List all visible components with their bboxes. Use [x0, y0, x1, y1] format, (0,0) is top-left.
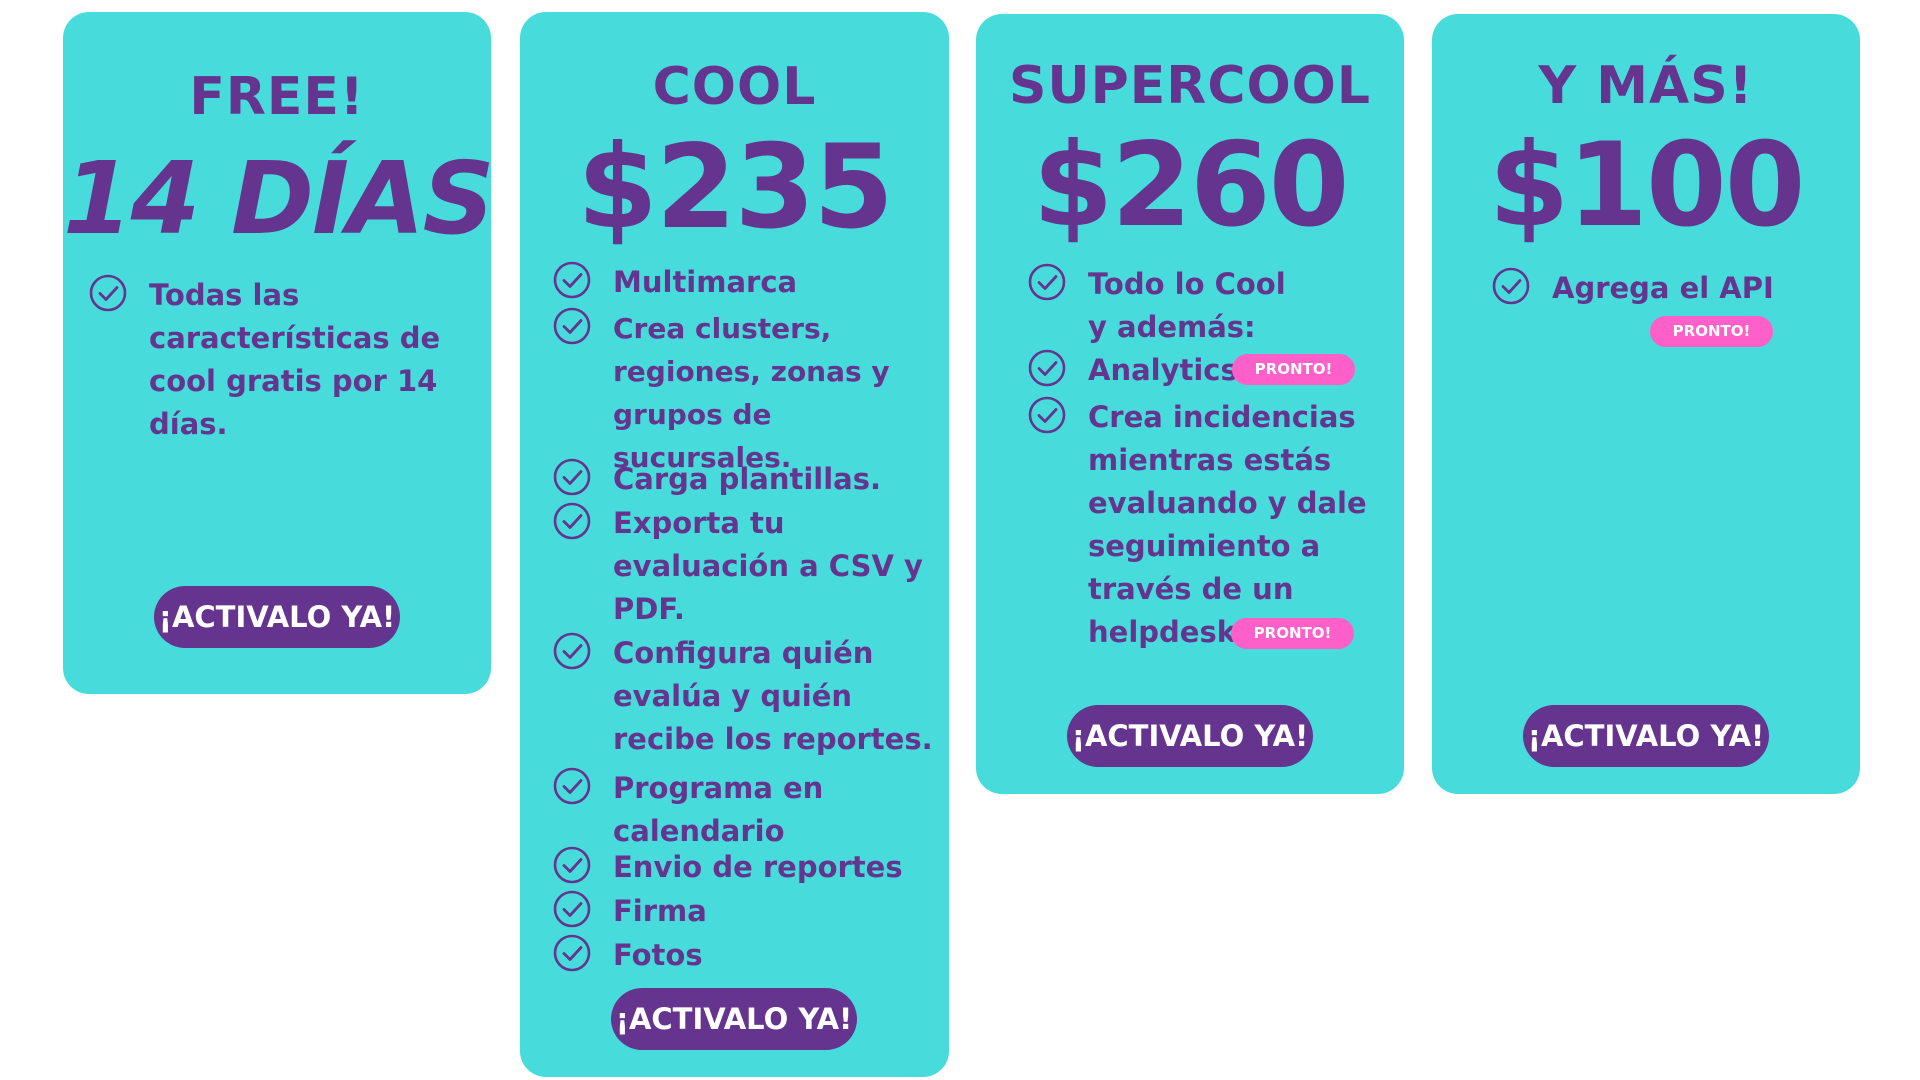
check-circle-icon [553, 846, 591, 884]
check-circle-icon [553, 307, 591, 345]
feature-text: Crea incidencias mientras estás evaluand… [1088, 400, 1367, 649]
feature-text: Envio de reportes [613, 850, 903, 884]
feature-text: Todo lo Cool y además: [1088, 267, 1286, 344]
feature-item: Crea clusters, regiones, zonas y grupos … [553, 307, 943, 479]
check-circle-icon [553, 261, 591, 299]
feature-item: Todas las características de cool gratis… [89, 274, 469, 446]
check-circle-icon [553, 934, 591, 972]
feature-item: Crea incidencias mientras estás evaluand… [1028, 396, 1398, 654]
plan-price: $235 [577, 120, 894, 255]
feature-text: Configura quién evalúa y quién recibe lo… [613, 636, 933, 756]
coming-soon-badge: PRONTO! [1232, 354, 1355, 385]
check-circle-icon [1028, 349, 1066, 387]
feature-text: Exporta tu evaluación a CSV y PDF. [613, 506, 923, 626]
feature-item: Todo lo Cool y además: [1028, 263, 1398, 349]
plan-price: 14 DÍAS [63, 140, 495, 257]
feature-text: Todas las características de cool gratis… [149, 278, 441, 441]
feature-text: Agrega el API [1552, 271, 1774, 305]
check-circle-icon [553, 767, 591, 805]
feature-item: Agrega el API [1492, 267, 1852, 310]
feature-text: Multimarca [613, 265, 798, 299]
feature-item: Carga plantillas. [553, 458, 943, 501]
plan-name: SUPERCOOL [1008, 56, 1372, 116]
feature-text: Firma [613, 894, 707, 928]
activate-button[interactable]: ¡ACTIVALO YA! [154, 586, 400, 648]
feature-item: Configura quién evalúa y quién recibe lo… [553, 632, 943, 761]
check-circle-icon [89, 274, 127, 312]
feature-text: Fotos [613, 938, 703, 972]
plan-card-y-mas: Y MÁS! $100 Agrega el API PRONTO! ¡ACTIV… [1432, 14, 1860, 794]
feature-text: Programa en calendario [613, 771, 824, 848]
feature-item: Exporta tu evaluación a CSV y PDF. [553, 502, 943, 631]
feature-item: Multimarca [553, 261, 943, 304]
check-circle-icon [553, 890, 591, 928]
check-circle-icon [553, 458, 591, 496]
plan-card-free: FREE! 14 DÍAS Todas las características … [63, 12, 495, 694]
feature-item: Envio de reportes [553, 846, 943, 889]
feature-text: Analytics [1088, 353, 1238, 387]
plan-name: FREE! [189, 67, 365, 127]
plan-card-supercool: SUPERCOOL $260 Todo lo Cool y además: An… [976, 14, 1404, 794]
check-circle-icon [1492, 267, 1530, 305]
feature-item: Programa en calendario [553, 767, 943, 853]
check-circle-icon [553, 632, 591, 670]
coming-soon-badge: PRONTO! [1231, 618, 1354, 649]
check-circle-icon [1028, 263, 1066, 301]
plan-card-cool: COOL $235 Multimarca Crea clusters, regi… [520, 12, 949, 1077]
activate-button[interactable]: ¡ACTIVALO YA! [1067, 705, 1313, 767]
plan-price: $100 [1488, 118, 1806, 253]
activate-button[interactable]: ¡ACTIVALO YA! [1523, 705, 1769, 767]
feature-text: Crea clusters, regiones, zonas y grupos … [613, 312, 890, 474]
activate-button[interactable]: ¡ACTIVALO YA! [611, 988, 857, 1050]
check-circle-icon [553, 502, 591, 540]
plan-name: Y MÁS! [1538, 56, 1754, 116]
feature-item: Firma [553, 890, 943, 933]
plan-name: COOL [652, 57, 817, 117]
check-circle-icon [1028, 396, 1066, 434]
feature-text: Carga plantillas. [613, 462, 882, 496]
plan-price: $260 [1032, 118, 1350, 253]
coming-soon-badge: PRONTO! [1650, 316, 1773, 347]
feature-item: Fotos [553, 934, 943, 977]
